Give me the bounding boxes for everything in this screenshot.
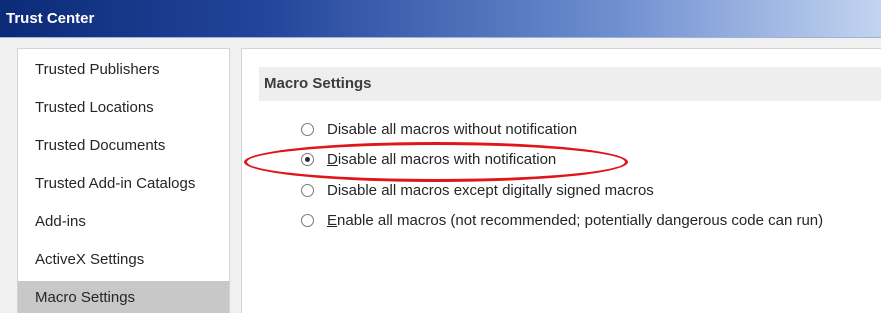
section-title: Macro Settings: [259, 67, 881, 101]
access-key: D: [327, 150, 338, 168]
option-label: Disable all macros with notification: [327, 151, 556, 168]
option-label-text: nable all macros (not recommended; poten…: [337, 211, 824, 229]
sidebar-item-trusted-locations[interactable]: Trusted Locations: [18, 91, 229, 125]
option-label-text: Disable all macros except digitally sign…: [327, 181, 654, 199]
option-label: Disable all macros without notification: [327, 121, 577, 138]
sidebar-item-macro-settings[interactable]: Macro Settings: [18, 281, 229, 313]
trust-center-window: Trust Center Trusted Publishers Trusted …: [0, 0, 881, 313]
radio-button-checked[interactable]: [301, 152, 314, 166]
option-disable-with-notification[interactable]: Disable all macros with notification: [301, 148, 556, 170]
sidebar-item-trusted-publishers[interactable]: Trusted Publishers: [18, 53, 229, 87]
radio-button[interactable]: [301, 213, 314, 227]
sidebar-item-trusted-documents[interactable]: Trusted Documents: [18, 129, 229, 163]
option-label-text: isable all macros with notification: [337, 150, 557, 168]
radio-button[interactable]: [301, 183, 314, 197]
option-label-text: Disable all macros without notification: [327, 120, 578, 138]
radio-button[interactable]: [301, 122, 314, 136]
option-disable-except-signed[interactable]: Disable all macros except digitally sign…: [301, 179, 654, 201]
title-bar: Trust Center: [0, 0, 881, 38]
window-title: Trust Center: [6, 10, 95, 27]
sidebar-item-trusted-add-in-catalogs[interactable]: Trusted Add-in Catalogs: [18, 167, 229, 201]
sidebar: Trusted Publishers Trusted Locations Tru…: [17, 48, 230, 313]
option-disable-without-notification[interactable]: Disable all macros without notification: [301, 118, 577, 140]
sidebar-item-add-ins[interactable]: Add-ins: [18, 205, 229, 239]
dialog-body: Trusted Publishers Trusted Locations Tru…: [0, 38, 881, 313]
access-key: E: [327, 211, 338, 229]
sidebar-item-activex-settings[interactable]: ActiveX Settings: [18, 243, 229, 277]
option-enable-all-macros[interactable]: Enable all macros (not recommended; pote…: [301, 209, 823, 231]
option-label: Disable all macros except digitally sign…: [327, 182, 654, 199]
option-label: Enable all macros (not recommended; pote…: [327, 212, 823, 229]
